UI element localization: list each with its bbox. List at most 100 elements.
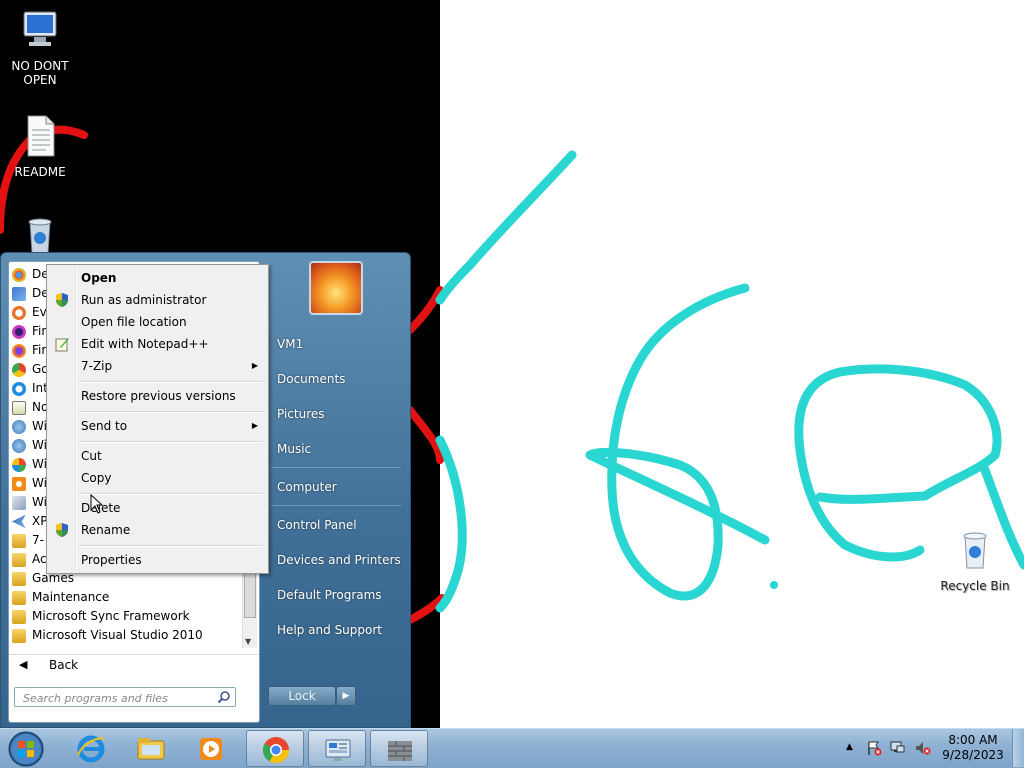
- user-picture[interactable]: [309, 261, 363, 315]
- folder-icon: [12, 533, 26, 548]
- menu-item-7zip[interactable]: 7-Zip ▶: [49, 355, 266, 377]
- search-app-icon: [12, 305, 26, 320]
- right-item-pictures[interactable]: Pictures: [269, 401, 404, 427]
- desktop-icon-recycle-bin[interactable]: Recycle Bin: [935, 528, 1015, 593]
- media-icon: [12, 476, 26, 491]
- menu-item-label: Rename: [81, 523, 131, 537]
- right-item-computer[interactable]: Computer: [269, 474, 404, 500]
- taskbar-firewall-button[interactable]: [370, 730, 428, 767]
- folder-icon: [12, 571, 26, 586]
- program-label: Ev: [32, 305, 47, 319]
- back-button[interactable]: ◀ Back: [9, 654, 259, 677]
- program-item[interactable]: Microsoft Sync Framework: [12, 607, 242, 626]
- menu-item-properties[interactable]: Properties: [49, 549, 266, 571]
- program-item[interactable]: Maintenance: [12, 588, 242, 607]
- taskbar-chrome-button[interactable]: [246, 730, 304, 767]
- menu-separator: [79, 545, 263, 547]
- lock-button[interactable]: Lock: [268, 686, 336, 706]
- right-item-devices-and-printers[interactable]: Devices and Printers: [269, 547, 404, 573]
- menu-item-label: Open: [81, 271, 117, 285]
- menu-item-label: 7-Zip: [81, 359, 113, 373]
- program-label: Microsoft Sync Framework: [32, 609, 190, 623]
- right-item-documents[interactable]: Documents: [269, 366, 404, 392]
- show-hidden-icons-icon[interactable]: ▲: [846, 742, 853, 752]
- mouse-cursor-icon: [90, 494, 104, 514]
- program-label: Maintenance: [32, 590, 110, 604]
- ie-icon: [12, 381, 26, 396]
- search-icon[interactable]: [217, 690, 231, 704]
- menu-item-edit-with-notepad[interactable]: Edit with Notepad++: [49, 333, 266, 355]
- menu-item-label: Edit with Notepad++: [81, 337, 209, 351]
- submenu-arrow-icon: ▶: [251, 361, 258, 370]
- menu-item-rename[interactable]: Rename: [49, 519, 266, 541]
- right-item-default-programs[interactable]: Default Programs: [269, 582, 404, 608]
- search-box[interactable]: [14, 687, 236, 707]
- folder-icon: [12, 590, 26, 605]
- menu-separator: [79, 411, 263, 413]
- network-icon[interactable]: [890, 740, 906, 756]
- desktop-icon-readme[interactable]: README: [0, 114, 80, 179]
- menu-item-delete[interactable]: Delete: [49, 497, 266, 519]
- right-item-control-panel[interactable]: Control Panel: [269, 512, 404, 538]
- folder-icon: [12, 552, 26, 567]
- menu-item-label: Cut: [81, 449, 102, 463]
- menu-item-label: Send to: [81, 419, 128, 433]
- clock-time: 8:00 AM: [948, 733, 998, 747]
- program-label: Ac: [32, 552, 47, 566]
- program-label: Fir: [32, 343, 47, 357]
- firefox-dev-icon: [12, 324, 26, 339]
- menu-item-label: Copy: [81, 471, 112, 485]
- notification-area: ▲: [840, 729, 940, 767]
- media-player-icon: [200, 738, 222, 760]
- right-divider: [271, 505, 401, 506]
- notepad-icon: [12, 400, 26, 415]
- taskbar-ie-button[interactable]: [62, 730, 120, 767]
- scroll-down-icon[interactable]: ▼: [245, 637, 251, 646]
- menu-item-open[interactable]: Open: [49, 267, 266, 289]
- chrome-like-icon: [12, 267, 26, 282]
- menu-item-label: Run as administrator: [81, 293, 207, 307]
- program-label: Wi: [32, 457, 47, 471]
- program-label: 7-: [32, 533, 44, 547]
- menu-item-open-file-location[interactable]: Open file location: [49, 311, 266, 333]
- menu-item-cut[interactable]: Cut: [49, 445, 266, 467]
- desktop-icon-label: Recycle Bin: [940, 579, 1010, 593]
- explorer-icon: [137, 738, 165, 760]
- menu-item-copy[interactable]: Copy: [49, 467, 266, 489]
- menu-item-restore-previous-versions[interactable]: Restore previous versions: [49, 385, 266, 407]
- action-center-flag-icon[interactable]: [866, 740, 882, 756]
- right-divider: [271, 467, 401, 468]
- computer-icon: [23, 11, 57, 46]
- program-item[interactable]: Microsoft Visual Studio 2010: [12, 626, 242, 645]
- clock[interactable]: 8:00 AM 9/28/2023: [940, 733, 1006, 763]
- right-item-music[interactable]: Music: [269, 436, 404, 462]
- taskbar-media-player-button[interactable]: [182, 730, 240, 767]
- app-icon: [12, 286, 26, 301]
- power-options-chevron-icon[interactable]: ▶: [336, 686, 356, 706]
- taskbar-explorer-button[interactable]: [122, 730, 180, 767]
- clock-date: 9/28/2023: [942, 748, 1004, 762]
- menu-item-label: Restore previous versions: [81, 389, 236, 403]
- menu-separator: [79, 381, 263, 383]
- menu-separator: [79, 493, 263, 495]
- notepad-plus-icon: [55, 338, 69, 352]
- back-arrow-icon: ◀: [19, 658, 28, 671]
- right-item-help-and-support[interactable]: Help and Support: [269, 617, 404, 643]
- volume-muted-icon[interactable]: [914, 740, 932, 756]
- program-label: Microsoft Visual Studio 2010: [32, 628, 203, 642]
- right-item-vm1[interactable]: VM1: [269, 331, 404, 357]
- desktop-icon-no-dont-open[interactable]: NO DONT OPEN: [0, 8, 80, 87]
- control-panel-icon: [325, 739, 351, 761]
- menu-item-send-to[interactable]: Send to ▶: [49, 415, 266, 437]
- taskbar-control-panel-button[interactable]: [308, 730, 366, 767]
- start-button[interactable]: [6, 730, 46, 768]
- scrollbar-thumb[interactable]: [244, 568, 256, 618]
- show-desktop-button[interactable]: [1012, 729, 1024, 767]
- uac-shield-icon: [56, 293, 68, 307]
- menu-item-run-as-administrator[interactable]: Run as administrator: [49, 289, 266, 311]
- program-label: Wi: [32, 476, 47, 490]
- recycle-bin-icon: [963, 532, 987, 569]
- search-input[interactable]: [21, 689, 215, 707]
- chrome-icon: [262, 737, 290, 764]
- chrome-icon: [12, 362, 26, 377]
